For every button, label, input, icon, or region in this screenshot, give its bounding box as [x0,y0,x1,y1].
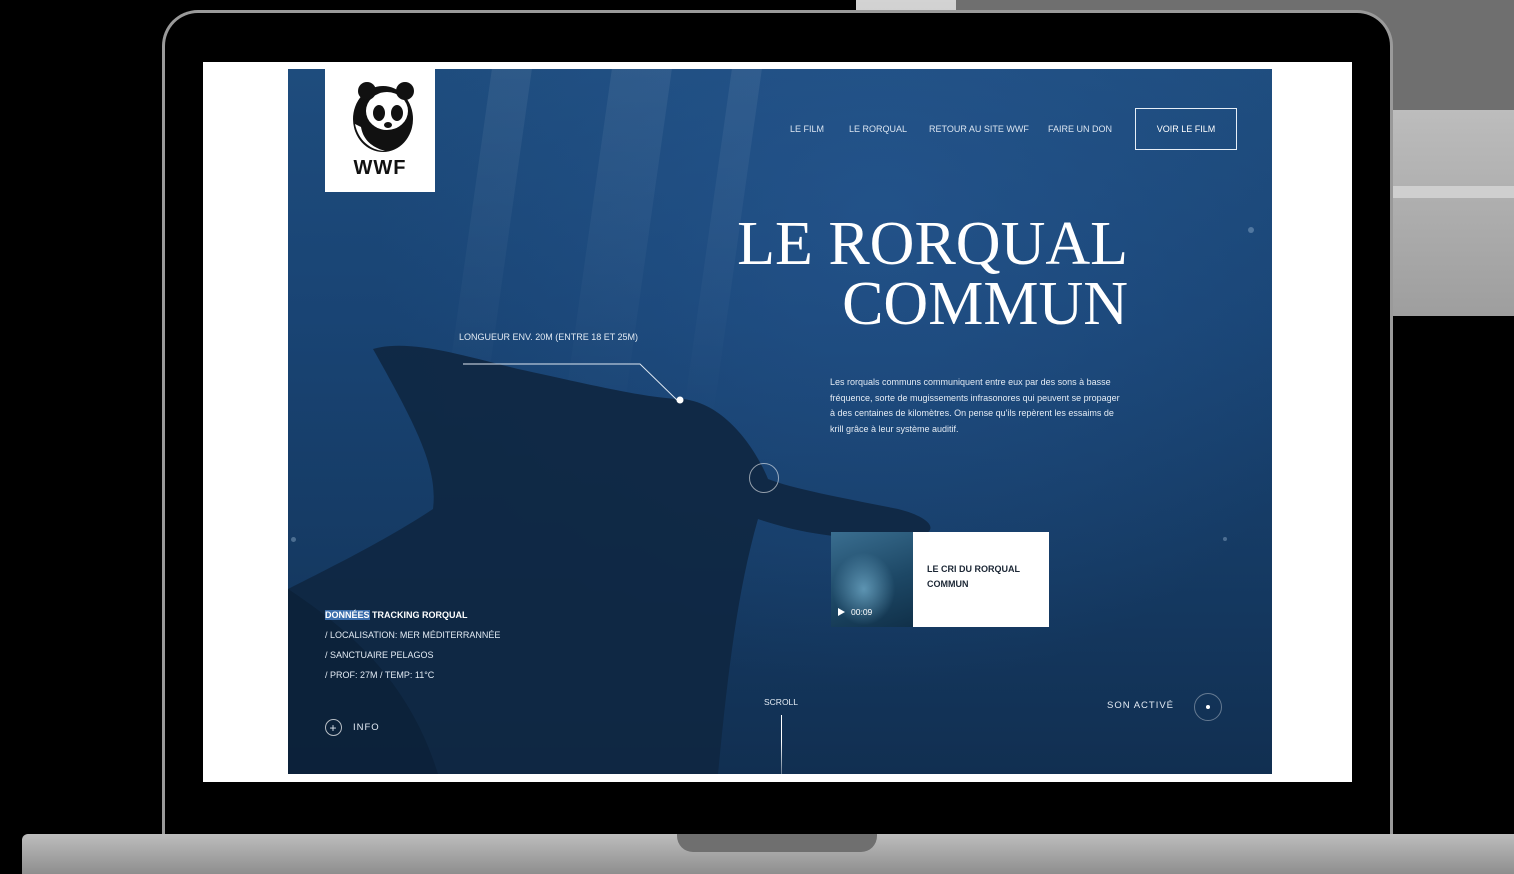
hotspot-button[interactable] [749,463,779,493]
title-line-1: LE RORQUAL [737,210,1128,278]
tracking-title-rest: TRACKING RORQUAL [369,610,468,620]
sound-label: SON ACTIVÉ [1107,700,1175,711]
laptop-screen: WWF LE FILM LE RORQUAL RETOUR AU SITE WW… [203,62,1352,782]
length-annotation: LONGUEUR ENV. 20M (ENTRE 18 ET 25M) [459,332,639,342]
scroll-line [781,715,782,774]
sound-toggle-button[interactable] [1194,693,1222,721]
video-duration: 00:09 [851,607,873,617]
laptop-notch [677,834,877,852]
website: WWF LE FILM LE RORQUAL RETOUR AU SITE WW… [288,69,1272,774]
video-thumbnail[interactable]: 00:09 [831,532,913,627]
info-label: INFO [353,722,380,733]
tracking-title: DONNÉES TRACKING RORQUAL [325,605,500,625]
panda-icon [353,82,414,152]
info-button[interactable]: + INFO [325,719,380,736]
tracking-location: / LOCALISATION: MER MÉDITERRANNÉE [325,630,501,640]
tracking-sanctuary: / SANCTUAIRE PELAGOS [325,650,434,660]
particle [1223,537,1227,541]
tracking-title-highlight: DONNÉES [325,610,370,620]
nav-le-rorqual[interactable]: LE RORQUAL [849,124,907,134]
plus-icon: + [325,719,342,736]
wwf-logo[interactable]: WWF [325,69,435,192]
play-icon[interactable] [838,608,845,616]
hero-description: Les rorquals communs communiquent entre … [830,377,1120,434]
page-title: LE RORQUAL COMMUN [708,213,1128,335]
video-title: LE CRI DU RORQUAL COMMUN [927,564,1020,589]
tracking-depth-temp: / PROF: 27M / TEMP: 11°C [325,670,435,680]
sound-dot-icon [1206,705,1210,709]
nav-retour-site[interactable]: RETOUR AU SITE WWF [929,124,1029,134]
tracking-data: DONNÉES TRACKING RORQUAL / LOCALISATION:… [325,605,500,685]
particle [291,537,296,542]
scroll-indicator[interactable]: SCROLL [764,697,798,707]
title-line-2: COMMUN [842,270,1128,338]
particle [1248,227,1254,233]
logo-wordmark: WWF [353,157,407,179]
nav-le-film[interactable]: LE FILM [790,124,824,134]
voir-le-film-button[interactable]: VOIR LE FILM [1135,108,1237,150]
video-card[interactable]: 00:09 LE CRI DU RORQUAL COMMUN [831,532,1049,627]
nav-faire-un-don[interactable]: FAIRE UN DON [1048,124,1112,134]
